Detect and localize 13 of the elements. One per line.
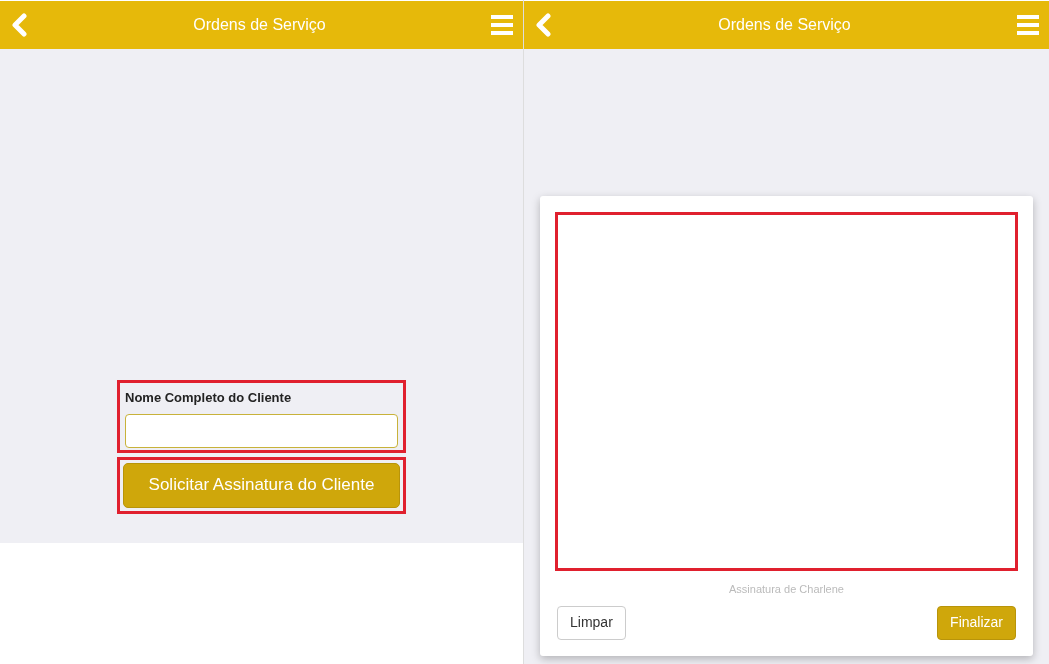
back-icon[interactable]	[10, 13, 28, 37]
field-label: Nome Completo do Cliente	[125, 389, 293, 407]
signature-caption: Assinatura de Charlene	[728, 582, 845, 597]
finish-button[interactable]: Finalizar	[937, 605, 1016, 640]
back-icon[interactable]	[534, 13, 552, 37]
menu-icon[interactable]	[491, 14, 513, 36]
name-input-field[interactable]	[125, 413, 398, 448]
clear-button[interactable]: Limpar	[557, 605, 626, 640]
header-title: Ordens de Serviço	[193, 15, 326, 35]
signature-pad[interactable]	[555, 212, 1018, 571]
menu-icon[interactable]	[1017, 14, 1039, 36]
request-signature-button[interactable]: Solicitar Assinatura do Cliente	[123, 462, 400, 508]
header-title: Ordens de Serviço	[718, 15, 851, 35]
